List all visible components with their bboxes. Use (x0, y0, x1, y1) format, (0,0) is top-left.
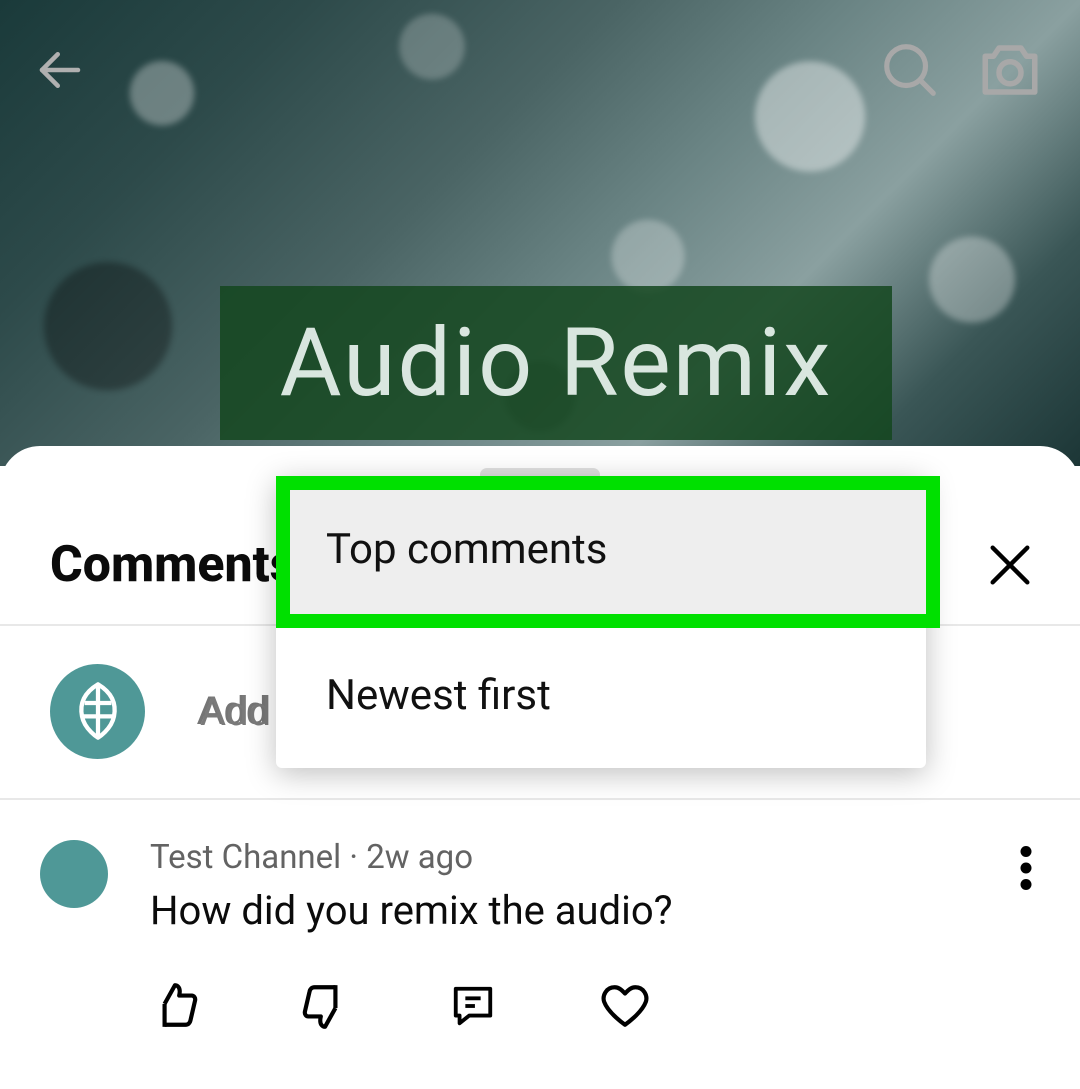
camera-icon (977, 37, 1043, 103)
thumbs-up-icon (150, 981, 200, 1031)
leaf-avatar-icon (66, 679, 130, 743)
more-vertical-icon (1020, 846, 1032, 890)
like-button[interactable] (150, 976, 300, 1036)
video-player-area[interactable]: Audio Remix (0, 0, 1080, 466)
comment-age: 2w ago (366, 838, 473, 877)
comment-text: How did you remix the audio? (150, 887, 1006, 934)
video-title-text: Audio Remix (280, 308, 833, 419)
back-arrow-icon (33, 43, 87, 97)
reply-button[interactable] (450, 976, 600, 1036)
search-button[interactable] (870, 30, 950, 110)
sort-option-top-comments[interactable]: Top comments (276, 476, 926, 622)
comments-heading: Comments (50, 536, 295, 594)
sort-option-label: Newest first (326, 671, 551, 720)
close-comments-button[interactable] (980, 535, 1040, 595)
user-avatar (50, 664, 145, 759)
comment-bubble-icon (450, 983, 496, 1029)
sort-option-newest-first[interactable]: Newest first (276, 622, 926, 768)
close-icon (984, 539, 1036, 591)
comment-actions (40, 976, 1040, 1036)
comments-bottom-sheet: Comments Add Test Channel · 2w ago How (0, 446, 1080, 1089)
commenter-avatar[interactable] (40, 840, 108, 908)
add-comment-visible-stub: Add (200, 688, 271, 735)
sort-option-label: Top comments (326, 525, 607, 574)
dislike-button[interactable] (300, 976, 450, 1036)
comment-meta: Test Channel · 2w ago (150, 838, 1006, 877)
search-icon (879, 39, 941, 101)
video-top-bar (0, 0, 1080, 140)
back-button[interactable] (30, 40, 90, 100)
camera-button[interactable] (970, 30, 1050, 110)
thumbs-down-icon (300, 981, 350, 1031)
heart-button[interactable] (600, 976, 750, 1036)
comment-author[interactable]: Test Channel (150, 838, 341, 877)
comment-more-button[interactable] (1006, 838, 1046, 898)
video-title-overlay: Audio Remix (220, 286, 892, 440)
comment-item: Test Channel · 2w ago How did you remix … (0, 816, 1080, 1036)
sort-dropdown: Top comments Newest first (276, 476, 926, 768)
meta-separator: · (341, 838, 366, 877)
divider (0, 798, 1080, 800)
heart-icon (600, 981, 650, 1031)
